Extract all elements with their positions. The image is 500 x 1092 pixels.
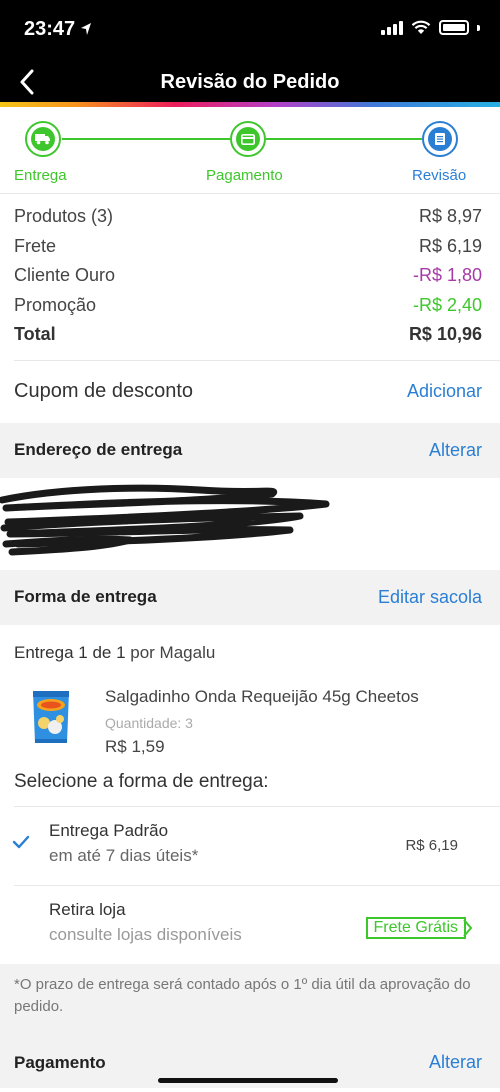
delivery-info: Entrega 1 de 1 por Magalu	[0, 625, 500, 681]
shipping-select-title: Selecione a forma de entrega:	[14, 770, 269, 792]
step-review	[422, 121, 458, 157]
summary-row-shipping: Frete R$ 6,19	[14, 232, 482, 262]
summary-value-discount: -R$ 1,80	[412, 265, 482, 285]
summary-label: Frete	[14, 235, 57, 256]
app-header: Revisão do Pedido	[0, 62, 500, 102]
summary-row-gold-customer: Cliente Ouro -R$ 1,80	[14, 261, 482, 291]
delivery-section-title: Forma de entrega	[14, 587, 157, 606]
shipping-option-stores-hint: consulte lojas disponíveis	[49, 924, 242, 944]
change-payment-link[interactable]: Alterar	[429, 1052, 482, 1073]
shipping-option-name: Entrega Padrão	[49, 820, 169, 840]
status-bar: 23:47	[0, 0, 500, 62]
address-redacted	[0, 478, 500, 570]
summary-label: Cliente Ouro	[14, 265, 116, 285]
product-quantity: Quantidade: 3	[105, 714, 193, 731]
summary-row-products: Produtos (3) R$ 8,97	[14, 202, 482, 232]
edit-bag-link[interactable]: Editar sacola	[378, 587, 482, 608]
free-shipping-badge: Frete Grátis	[365, 916, 466, 939]
step-label-payment: Pagamento	[206, 167, 283, 184]
summary-value: R$ 6,19	[418, 235, 482, 256]
summary-label: Produtos (3)	[14, 206, 114, 226]
truck-icon	[31, 127, 55, 151]
summary-value: R$ 8,97	[418, 206, 482, 226]
summary-value-promotion: -R$ 2,40	[412, 294, 482, 315]
cellular-signal-icon	[381, 20, 403, 35]
step-payment	[230, 121, 266, 157]
shipping-option-price: R$ 6,19	[405, 836, 458, 854]
product-price: R$ 1,59	[105, 736, 165, 756]
document-icon	[428, 127, 452, 151]
product-item: Salgadinho Onda Requeijão 45g Cheetos Qu…	[0, 681, 500, 756]
badge-arrow-icon	[463, 918, 473, 937]
order-summary: Produtos (3) R$ 8,97 Frete R$ 6,19 Clien…	[0, 194, 500, 350]
redaction-scribble	[0, 484, 330, 555]
shipping-option-standard[interactable]: Entrega Padrão em até 7 dias úteis* R$ 6…	[0, 807, 500, 885]
home-indicator[interactable]	[158, 1078, 338, 1083]
battery-icon	[439, 20, 469, 35]
location-arrow-icon	[81, 23, 91, 35]
summary-total-label: Total	[14, 324, 56, 344]
address-section-header: Endereço de entrega Alterar	[0, 422, 500, 478]
credit-card-icon	[236, 127, 260, 151]
delivery-section-header: Forma de entrega Editar sacola	[0, 569, 500, 625]
battery-tip	[477, 24, 480, 31]
status-time: 23:47	[24, 18, 76, 40]
checkmark-icon	[12, 835, 30, 848]
wifi-icon	[411, 20, 431, 34]
summary-label: Promoção	[14, 294, 97, 315]
payment-section-title: Pagamento	[14, 1052, 106, 1072]
shipping-option-eta: em até 7 dias úteis*	[49, 845, 199, 865]
delivery-seller: por Magalu	[125, 642, 216, 662]
delivery-note: *O prazo de entrega será contado após o …	[0, 963, 500, 1038]
shipping-option-name: Retira loja	[49, 899, 126, 919]
chevron-left-icon	[20, 69, 34, 95]
status-indicators	[381, 20, 480, 35]
step-label-review: Revisão	[412, 167, 467, 184]
summary-row-promotion: Promoção -R$ 2,40	[14, 291, 482, 321]
stepper-line-2	[266, 138, 422, 140]
coupon-row: Cupom de desconto Adicionar	[0, 361, 500, 423]
step-delivery	[25, 121, 61, 157]
add-coupon-link[interactable]: Adicionar	[407, 381, 482, 402]
checkout-stepper: Entrega Pagamento Revisão	[0, 107, 500, 194]
page-title: Revisão do Pedido	[160, 71, 340, 93]
product-image	[33, 690, 69, 743]
step-label-delivery: Entrega	[14, 167, 67, 184]
delivery-count: Entrega 1 de 1	[14, 642, 126, 662]
product-name: Salgadinho Onda Requeijão 45g Cheetos	[105, 686, 419, 706]
change-address-link[interactable]: Alterar	[429, 440, 482, 461]
back-button[interactable]	[12, 66, 42, 98]
stepper-line-1	[62, 138, 230, 140]
summary-row-total: Total R$ 10,96	[14, 320, 482, 350]
address-section-title: Endereço de entrega	[14, 440, 183, 459]
coupon-label: Cupom de desconto	[14, 380, 194, 402]
shipping-option-store-pickup[interactable]: Retira loja consulte lojas disponíveis F…	[0, 886, 500, 964]
summary-total-value: R$ 10,96	[408, 324, 482, 344]
